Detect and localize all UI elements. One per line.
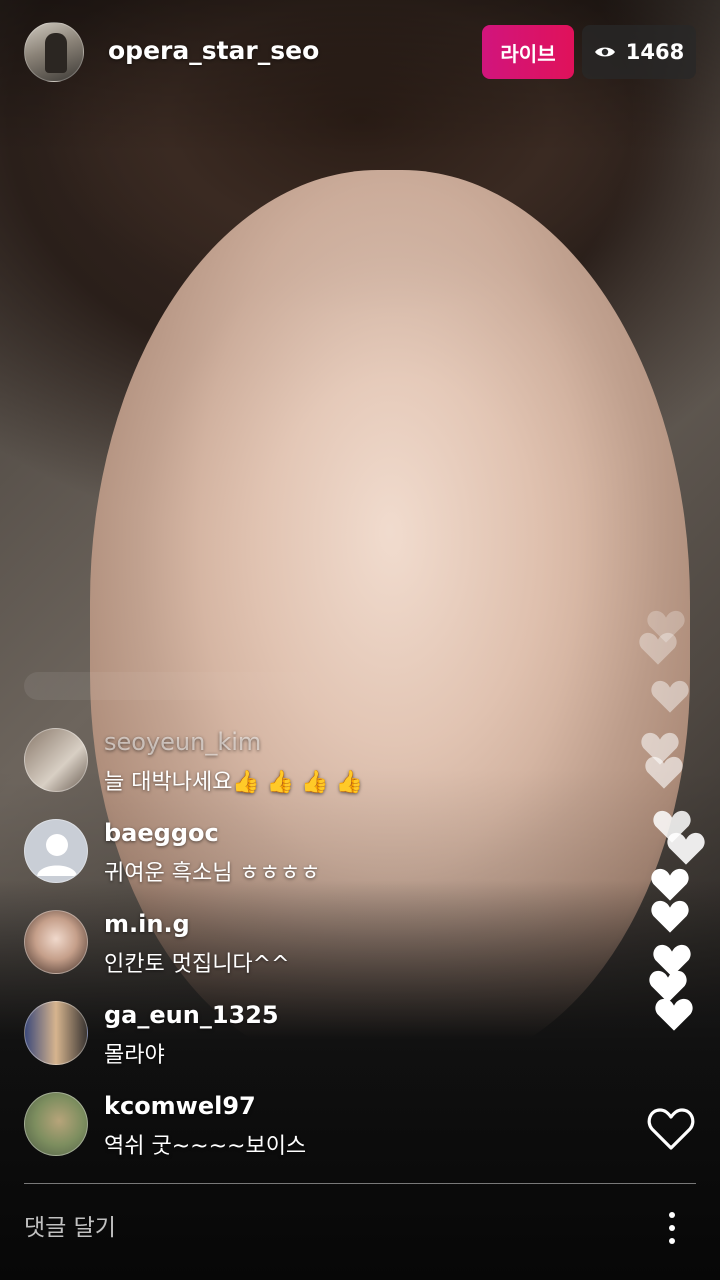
- comment-username[interactable]: m.in.g: [104, 910, 190, 938]
- comment-username[interactable]: seoyeun_kim: [104, 728, 261, 756]
- comment-text: 인칸토 멋집니다^^: [104, 952, 290, 977]
- comment-item: baeggoc 귀여운 흑소님 ㅎㅎㅎㅎ: [24, 819, 624, 910]
- more-dot: [669, 1225, 675, 1231]
- comment-item: seoyeun_kim 늘 대박나세요👍 👍 👍 👍: [24, 728, 624, 819]
- floating-heart-icon: [645, 756, 683, 789]
- commenter-avatar[interactable]: [24, 1092, 88, 1156]
- floating-heart-icon: [667, 832, 705, 865]
- floating-heart-icon: [655, 998, 693, 1031]
- floating-hearts: [630, 600, 720, 1050]
- more-dot: [669, 1238, 675, 1244]
- floating-heart-icon: [651, 680, 689, 713]
- commenter-avatar[interactable]: [24, 910, 88, 974]
- commenter-avatar[interactable]: [24, 819, 88, 883]
- host-username[interactable]: opera_star_seo: [108, 36, 319, 65]
- live-badge: 라이브: [482, 25, 574, 79]
- comment-username[interactable]: ga_eun_1325: [104, 1001, 279, 1029]
- comment-text: 늘 대박나세요👍 👍 👍 👍: [104, 770, 363, 795]
- more-dot: [669, 1212, 675, 1218]
- viewer-count: 1468: [625, 40, 685, 64]
- floating-heart-icon: [651, 900, 689, 933]
- comment-item: m.in.g 인칸토 멋집니다^^: [24, 910, 624, 1001]
- faded-previous-comment: [24, 672, 344, 700]
- comment-username[interactable]: kcomwel97: [104, 1092, 256, 1120]
- comment-text: 몰라야: [104, 1043, 165, 1068]
- default-user-icon: [37, 834, 77, 876]
- comment-text: 귀여운 흑소님 ㅎㅎㅎㅎ: [104, 861, 321, 886]
- floating-heart-icon: [639, 632, 677, 665]
- commenter-avatar[interactable]: [24, 728, 88, 792]
- viewer-count-badge[interactable]: 1468: [582, 25, 696, 79]
- eye-icon: [594, 47, 615, 57]
- comment-list: seoyeun_kim 늘 대박나세요👍 👍 👍 👍 baeggoc 귀여운 흑…: [24, 728, 624, 1183]
- more-vertical-icon[interactable]: [656, 1208, 688, 1248]
- footer-divider: [24, 1183, 696, 1184]
- comment-input[interactable]: [24, 1198, 624, 1258]
- comment-item: kcomwel97 역쉬 굿~~~~보이스: [24, 1092, 624, 1183]
- host-avatar[interactable]: [24, 22, 84, 82]
- comment-text: 역쉬 굿~~~~보이스: [104, 1134, 307, 1159]
- comment-item: ga_eun_1325 몰라야: [24, 1001, 624, 1092]
- comment-username[interactable]: baeggoc: [104, 819, 219, 847]
- commenter-avatar[interactable]: [24, 1001, 88, 1065]
- heart-outline-icon[interactable]: [646, 1106, 696, 1152]
- live-header: opera_star_seo 라이브 1468: [0, 0, 720, 110]
